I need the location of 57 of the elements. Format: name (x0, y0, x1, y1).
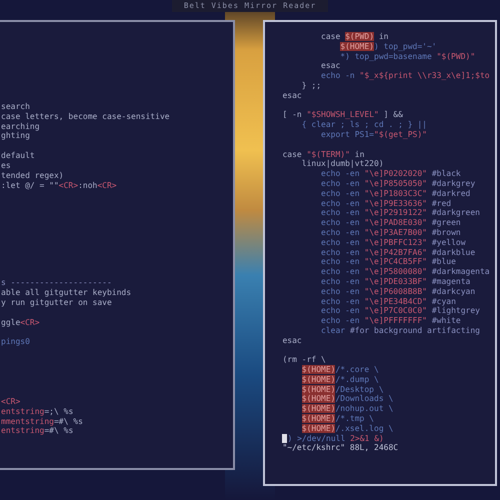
code-line: :let @/ = ""<CR>:noh<CR> (1, 180, 117, 190)
code-line: case $(PWD) in (320, 32, 388, 42)
code-line: $(HOME)/.xsel.log \ (300, 424, 394, 434)
code-line: echo -en "\e]PC4CB5FF" #blue (320, 257, 456, 268)
code-line: $(HOME)/Downloads \ (300, 394, 394, 404)
code-line: echo -en "\e]PBFFC123" #yellow (320, 238, 466, 248)
code-line: } ;; (300, 80, 322, 91)
code-line: earching (1, 122, 40, 132)
code-line: case letters, become case-sensitive (1, 112, 170, 122)
code-line: es (1, 160, 11, 171)
code-line: esac (282, 90, 302, 101)
code-line: export PS1="$(get_PS)" (320, 130, 427, 140)
code-line: echo -en "\e]P0202020" #black (320, 169, 461, 179)
code-line: linux|dumb|vt220) (300, 159, 384, 170)
code-line: mmentstring=#\ %s (1, 416, 83, 426)
code-line: s --------------------- (1, 278, 112, 288)
code-line: echo -en "\e]PAD8E030" #green (320, 218, 461, 228)
code-line: ggle<CR> (1, 318, 40, 328)
code-line: esac (282, 336, 302, 346)
code-line: case "$(TERM)" in (282, 150, 364, 160)
code-line: echo -en "\e]P1803C3C" #darkred (320, 188, 470, 199)
code-line: clear #for background artifacting (320, 326, 480, 336)
code-line: echo -en "\e]P9E33636" #red (320, 198, 452, 208)
code-line: echo -en "\e]PDE033BF" #magenta (320, 276, 470, 287)
code-line: (rm -rf \ (282, 355, 326, 366)
code-line: y run gitgutter on save (1, 298, 112, 308)
code-line: <CR> (1, 396, 20, 407)
code-line: echo -en "\e]P3AE7B00" #brown (320, 228, 461, 238)
code-line: [ -n "$SHOWSH_LEVEL" ] && (282, 110, 403, 120)
code-line: echo -en "\e]P7C0C0C0" #lightgrey (320, 306, 480, 316)
code-line: search (1, 102, 30, 112)
code-line: ghting (1, 131, 30, 142)
code-line: echo -en "\e]P5800080" #darkmagenta (320, 267, 490, 277)
code-line: echo -en "\e]P6008B8B" #darkcyan (320, 286, 476, 297)
code-line: echo -en "\e]P42B7FA6" #darkblue (320, 248, 476, 258)
code-line: entstring=#\ %s (1, 426, 74, 436)
code-line: tended regex) (1, 170, 64, 181)
code-line: default (1, 151, 35, 161)
code-line: $(HOME)) top_pwd='~' (339, 42, 437, 52)
code-line: echo -en "\e]PE34B4CD" #cyan (320, 296, 456, 306)
code-line: able all gitgutter keybinds (1, 288, 132, 298)
code-line: echo -n "$_x${print \\r33_x\e]1;$to (320, 71, 490, 81)
code-line: $(HOME)/Desktop \ (300, 384, 384, 394)
code-line: entstring=;\ %s (1, 406, 74, 417)
code-line: echo -en "\e]PFFFFFFF" #white (320, 316, 461, 326)
code-line: ) >/dev/null 2>&1 &) (287, 434, 384, 444)
code-line: *) top_pwd=basename "$(PWD)" (339, 52, 476, 62)
status-message: "~/etc/kshrc" 88L, 2468C (282, 442, 398, 454)
code-line: { clear ; ls ; cd . ; } || (300, 120, 427, 130)
code-line: $(HOME)/nohup.out \ (300, 404, 394, 414)
code-line: $(HOME)/*.tmp \ (300, 414, 374, 424)
code-line: echo -en "\e]P2919122" #darkgreen (320, 208, 480, 218)
code-line: esac (320, 61, 340, 72)
code-line: $(HOME)/*.core \ (300, 365, 379, 375)
code-line: pings0 (1, 337, 30, 347)
code-line: echo -en "\e]P8505050" #darkgrey (320, 178, 476, 189)
code-line: $(HOME)/*.dump \ (300, 374, 379, 385)
